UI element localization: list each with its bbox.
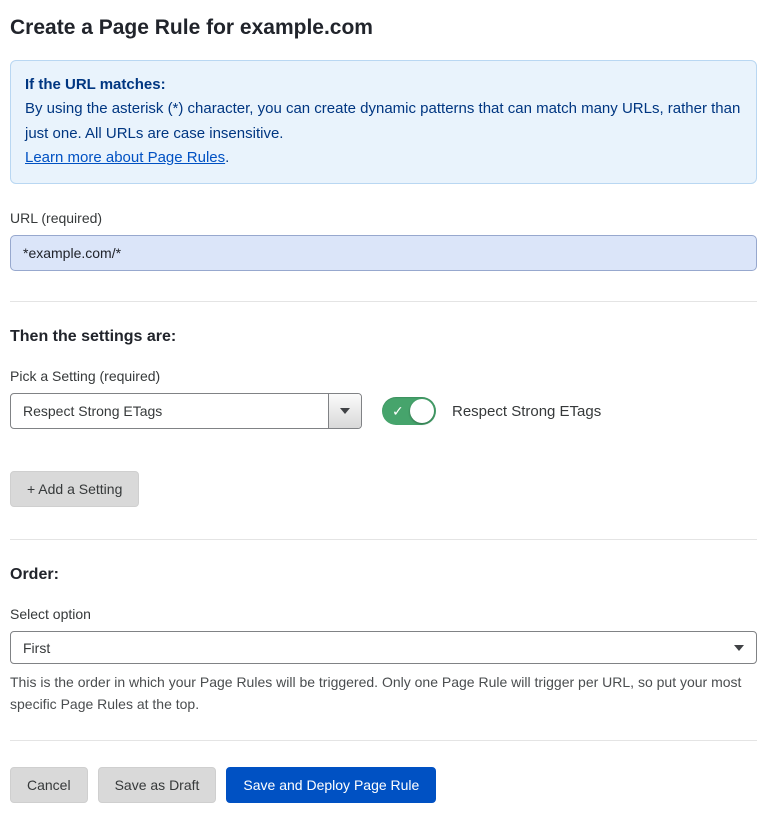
info-link-row: Learn more about Page Rules. <box>25 146 742 170</box>
order-heading: Order: <box>10 566 757 584</box>
save-deploy-button[interactable]: Save and Deploy Page Rule <box>226 767 436 803</box>
footer-actions: Cancel Save as Draft Save and Deploy Pag… <box>10 767 757 803</box>
toggle-label: Respect Strong ETags <box>452 403 601 420</box>
setting-dropdown[interactable]: Respect Strong ETags <box>10 393 362 429</box>
respect-strong-etags-toggle[interactable]: ✓ <box>382 397 436 425</box>
url-label: URL (required) <box>10 210 757 226</box>
section-divider <box>10 740 757 741</box>
setting-dropdown-button[interactable] <box>328 394 361 428</box>
page-rule-form: Create a Page Rule for example.com If th… <box>0 0 769 819</box>
check-icon: ✓ <box>392 404 404 418</box>
setting-dropdown-value: Respect Strong ETags <box>11 403 328 419</box>
settings-heading: Then the settings are: <box>10 328 757 346</box>
info-box-body: By using the asterisk (*) character, you… <box>25 97 742 146</box>
order-select-label: Select option <box>10 606 757 622</box>
url-input[interactable] <box>10 235 757 271</box>
cancel-button[interactable]: Cancel <box>10 767 88 803</box>
url-match-info-box: If the URL matches: By using the asteris… <box>10 60 757 184</box>
caret-down-icon <box>734 645 744 651</box>
learn-more-link[interactable]: Learn more about Page Rules <box>25 149 225 166</box>
order-help-text: This is the order in which your Page Rul… <box>10 672 755 715</box>
info-box-heading: If the URL matches: <box>25 73 742 97</box>
section-divider <box>10 539 757 540</box>
order-dropdown[interactable]: First <box>10 631 757 664</box>
caret-down-icon <box>340 408 350 414</box>
page-title: Create a Page Rule for example.com <box>10 16 757 40</box>
add-setting-button[interactable]: + Add a Setting <box>10 471 139 507</box>
section-divider <box>10 301 757 302</box>
pick-setting-label: Pick a Setting (required) <box>10 368 757 384</box>
order-dropdown-value: First <box>23 640 50 656</box>
save-draft-button[interactable]: Save as Draft <box>98 767 217 803</box>
setting-row: Respect Strong ETags ✓ Respect Strong ET… <box>10 393 757 429</box>
link-period: . <box>225 149 229 166</box>
toggle-knob <box>410 399 434 423</box>
